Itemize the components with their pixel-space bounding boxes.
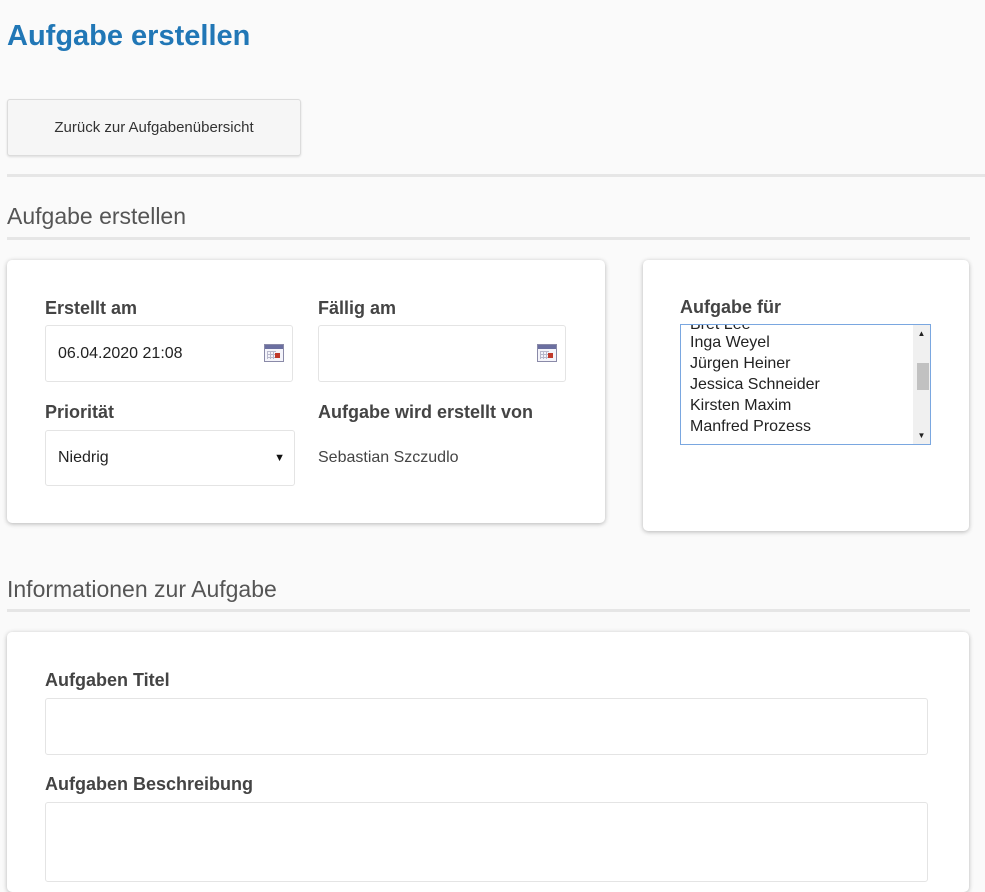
chevron-down-icon: ▼ xyxy=(274,452,285,464)
assignee-option[interactable]: Jessica Schneider xyxy=(690,374,820,395)
page-title: Aufgabe erstellen xyxy=(7,20,251,52)
assignee-label: Aufgabe für xyxy=(680,297,781,317)
listbox-scrollbar[interactable]: ▲ ▼ xyxy=(913,325,930,444)
scroll-thumb[interactable] xyxy=(917,363,929,390)
assignee-option[interactable]: Manfred Prozess xyxy=(690,416,811,437)
assignee-card: Aufgabe für Bret Lee Inga Weyel Jürgen H… xyxy=(643,260,969,531)
priority-label: Priorität xyxy=(45,402,115,422)
priority-select[interactable]: Niedrig ▼ xyxy=(45,430,295,486)
scroll-up-icon[interactable]: ▲ xyxy=(913,325,930,342)
task-details-card: Erstellt am 06.04.2020 21:08 Fällig am P… xyxy=(7,260,605,523)
assignee-options: Bret Lee Inga Weyel Jürgen Heiner Jessic… xyxy=(681,325,913,444)
created-at-label: Erstellt am xyxy=(45,298,138,318)
section-rule-create xyxy=(7,237,970,240)
assignee-option[interactable]: Inga Weyel xyxy=(690,332,770,353)
back-to-overview-button[interactable]: Zurück zur Aufgabenübersicht xyxy=(7,99,301,156)
section-heading-create: Aufgabe erstellen xyxy=(7,203,187,229)
assignee-listbox[interactable]: Bret Lee Inga Weyel Jürgen Heiner Jessic… xyxy=(680,324,931,445)
calendar-icon[interactable] xyxy=(537,344,557,362)
created-at-value: 06.04.2020 21:08 xyxy=(58,344,183,362)
priority-selected-value: Niedrig xyxy=(58,449,109,466)
task-description-label: Aufgaben Beschreibung xyxy=(45,774,254,794)
header-divider xyxy=(7,174,985,177)
assignee-option[interactable]: Kirsten Maxim xyxy=(690,395,791,416)
due-at-input[interactable] xyxy=(318,325,566,382)
task-title-label: Aufgaben Titel xyxy=(45,670,170,690)
task-description-textarea[interactable] xyxy=(45,802,928,882)
created-at-input[interactable]: 06.04.2020 21:08 xyxy=(45,325,293,382)
scroll-down-icon[interactable]: ▼ xyxy=(913,427,930,444)
section-heading-info: Informationen zur Aufgabe xyxy=(7,576,277,602)
created-by-value: Sebastian Szczudlo xyxy=(318,449,459,466)
task-title-input[interactable] xyxy=(45,698,928,755)
task-info-card: Aufgaben Titel Aufgaben Beschreibung xyxy=(7,632,969,892)
created-by-label: Aufgabe wird erstellt von xyxy=(318,402,534,422)
calendar-icon[interactable] xyxy=(264,344,284,362)
assignee-option[interactable]: Jürgen Heiner xyxy=(690,353,791,374)
section-rule-info xyxy=(7,609,970,612)
due-at-label: Fällig am xyxy=(318,298,397,318)
